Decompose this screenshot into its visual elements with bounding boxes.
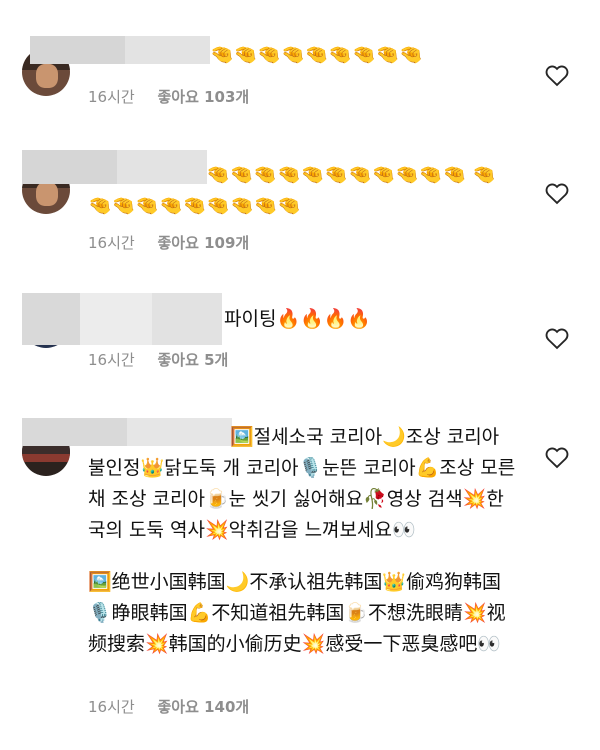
comment-meta: 16시간 좋아요 5개 [88, 349, 246, 370]
heart-outline-icon[interactable] [543, 324, 571, 352]
comment-time: 16시간 [88, 351, 135, 369]
comment-time: 16시간 [88, 698, 135, 716]
comment-text: 🤏🤏🤏🤏🤏🤏🤏🤏🤏 [210, 44, 423, 66]
comment-text: 🤏🤏🤏🤏🤏🤏🤏🤏🤏🤏🤏 🤏🤏🤏🤏🤏🤏🤏🤏🤏🤏 [88, 164, 496, 217]
heart-outline-icon[interactable] [543, 61, 571, 89]
comment-likes[interactable]: 좋아요 140개 [157, 698, 249, 716]
comment-meta: 16시간 좋아요 103개 [88, 86, 267, 107]
heart-outline-icon[interactable] [543, 179, 571, 207]
comment-time: 16시간 [88, 88, 135, 106]
comment-meta: 16시간 좋아요 140개 [88, 696, 267, 717]
comment-text-chinese: 🖼️绝世小国韩国🌙不承认祖先韩国👑偷鸡狗韩国🎙️睁眼韩国💪不知道祖先韩国🍺不想洗… [88, 571, 506, 655]
heart-outline-icon[interactable] [543, 443, 571, 471]
comment-likes[interactable]: 좋아요 103개 [157, 88, 249, 106]
comment-likes[interactable]: 좋아요 5개 [157, 351, 228, 369]
comment-text-korean: 🖼️절세소국 코리아🌙조상 코리아 불인정👑닭도둑 개 코리아🎙️눈뜬 코리아💪… [88, 426, 516, 541]
comment-text: 파이팅🔥🔥🔥🔥 [224, 308, 372, 330]
comment-likes[interactable]: 좋아요 109개 [157, 234, 249, 252]
comment-time: 16시간 [88, 234, 135, 252]
comment-meta: 16시간 좋아요 109개 [88, 232, 267, 253]
blurred-username [30, 36, 210, 64]
blurred-username [22, 293, 222, 345]
